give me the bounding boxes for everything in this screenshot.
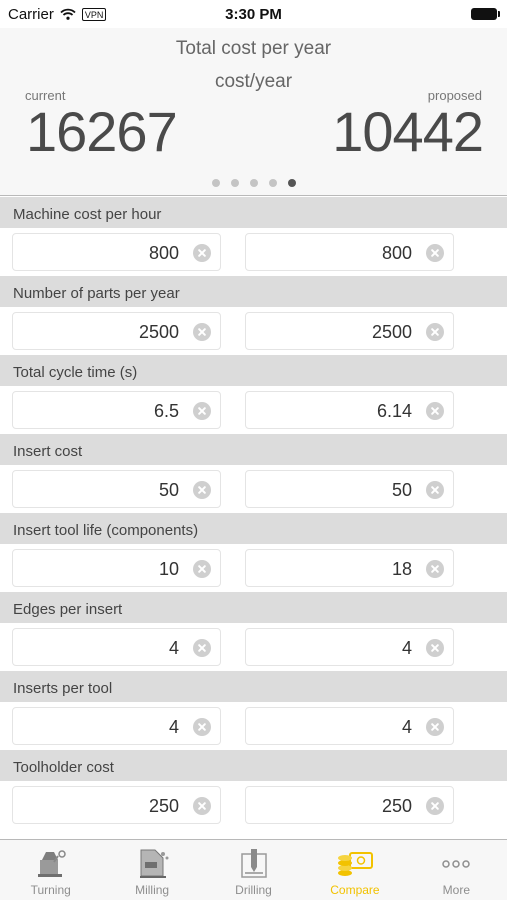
page-indicator[interactable] [0,179,507,187]
cost-summary-header[interactable]: Total cost per year cost/year current pr… [0,28,507,196]
proposed-value-input[interactable]: 250 [245,786,454,824]
field-row: 10 18 [0,544,507,592]
input-value[interactable]: 4 [169,717,179,738]
tab-drilling[interactable]: Drilling [203,840,304,900]
proposed-value-input[interactable]: 800 [245,233,454,271]
current-value-input[interactable]: 6.5 [12,391,221,429]
clear-icon[interactable] [426,481,444,499]
proposed-cost-value: 10442 [332,100,484,163]
more-dots-icon [437,846,475,880]
field-label: Toolholder cost [0,750,507,781]
battery-icon [471,8,500,20]
drill-icon [235,846,273,880]
proposed-value-input[interactable]: 4 [245,628,454,666]
clear-icon[interactable] [193,481,211,499]
input-value[interactable]: 4 [169,638,179,659]
tab-more[interactable]: More [406,840,507,900]
tab-label: Drilling [235,883,272,897]
input-value[interactable]: 250 [382,796,412,817]
input-value[interactable]: 800 [382,243,412,264]
current-value-input[interactable]: 2500 [12,312,221,350]
input-value[interactable]: 2500 [372,322,412,343]
clear-icon[interactable] [193,402,211,420]
page-dot[interactable] [287,179,296,187]
proposed-value-input[interactable]: 18 [245,549,454,587]
input-value[interactable]: 18 [392,559,412,580]
input-fields-list: Machine cost per hour 800 800 Number of par… [0,197,507,829]
clear-icon[interactable] [193,323,211,341]
current-value-input[interactable]: 250 [12,786,221,824]
milling-machine-icon [133,846,171,880]
clear-icon[interactable] [426,560,444,578]
field-row: 44 [0,623,507,671]
tab-bar: Turning Milling Drilling Compare More [0,839,507,900]
field-row: 2500 2500 [0,307,507,355]
summary-title: Total cost per year [175,38,332,59]
clear-icon[interactable] [193,718,211,736]
carrier-label: Carrier [8,5,54,23]
clear-icon[interactable] [193,639,211,657]
current-value-input[interactable]: 4 [12,707,221,745]
clear-icon[interactable] [426,402,444,420]
field-label: Inserts per tool [0,671,507,702]
status-bar: Carrier VPN 3:30 PM [0,0,507,28]
lathe-icon [32,846,70,880]
clear-icon[interactable] [426,797,444,815]
proposed-value-input[interactable]: 2500 [245,312,454,350]
input-value[interactable]: 4 [402,638,412,659]
current-value-input[interactable]: 800 [12,233,221,271]
clear-icon[interactable] [426,323,444,341]
input-value[interactable]: 2500 [139,322,179,343]
input-value[interactable]: 50 [392,480,412,501]
clear-icon[interactable] [426,639,444,657]
field-row: 6.5 6.14 [0,386,507,434]
proposed-value-input[interactable]: 4 [245,707,454,745]
current-value-input[interactable]: 4 [12,628,221,666]
tab-milling[interactable]: Milling [101,840,202,900]
current-cost-value: 16267 [26,100,178,163]
page-dot[interactable] [230,179,239,187]
current-value-input[interactable]: 50 [12,470,221,508]
field-label: Number of parts per year [0,276,507,307]
clear-icon[interactable] [193,797,211,815]
input-value[interactable]: 4 [402,717,412,738]
coins-cash-icon [336,846,374,880]
page-dot[interactable] [268,179,277,187]
tab-label: Turning [30,883,71,897]
current-value-input[interactable]: 10 [12,549,221,587]
field-label: Edges per insert [0,592,507,623]
field-row: 44 [0,702,507,750]
field-label: Insert tool life (components) [0,513,507,544]
vpn-badge: VPN [81,7,107,21]
tab-label: More [442,883,470,897]
proposed-value-input[interactable]: 6.14 [245,391,454,429]
tab-label: Milling [135,883,170,897]
field-label: Insert cost [0,434,507,465]
input-value[interactable]: 250 [149,796,179,817]
input-value[interactable]: 6.14 [377,401,412,422]
field-row: 800 800 [0,228,507,276]
input-value[interactable]: 800 [149,243,179,264]
field-row: 50 50 [0,465,507,513]
clear-icon[interactable] [193,244,211,262]
tab-compare[interactable]: Compare [304,840,405,900]
input-value[interactable]: 6.5 [154,401,179,422]
clear-icon[interactable] [426,718,444,736]
page-dot[interactable] [211,179,220,187]
wifi-icon [60,8,76,20]
tab-label: Compare [330,883,380,897]
field-row: 250 250 [0,781,507,829]
input-value[interactable]: 10 [159,559,179,580]
field-label: Machine cost per hour [0,197,507,228]
clear-icon[interactable] [193,560,211,578]
clear-icon[interactable] [426,244,444,262]
proposed-value-input[interactable]: 50 [245,470,454,508]
field-label: Total cycle time (s) [0,355,507,386]
input-value[interactable]: 50 [159,480,179,501]
page-dot[interactable] [249,179,258,187]
tab-turning[interactable]: Turning [0,840,101,900]
